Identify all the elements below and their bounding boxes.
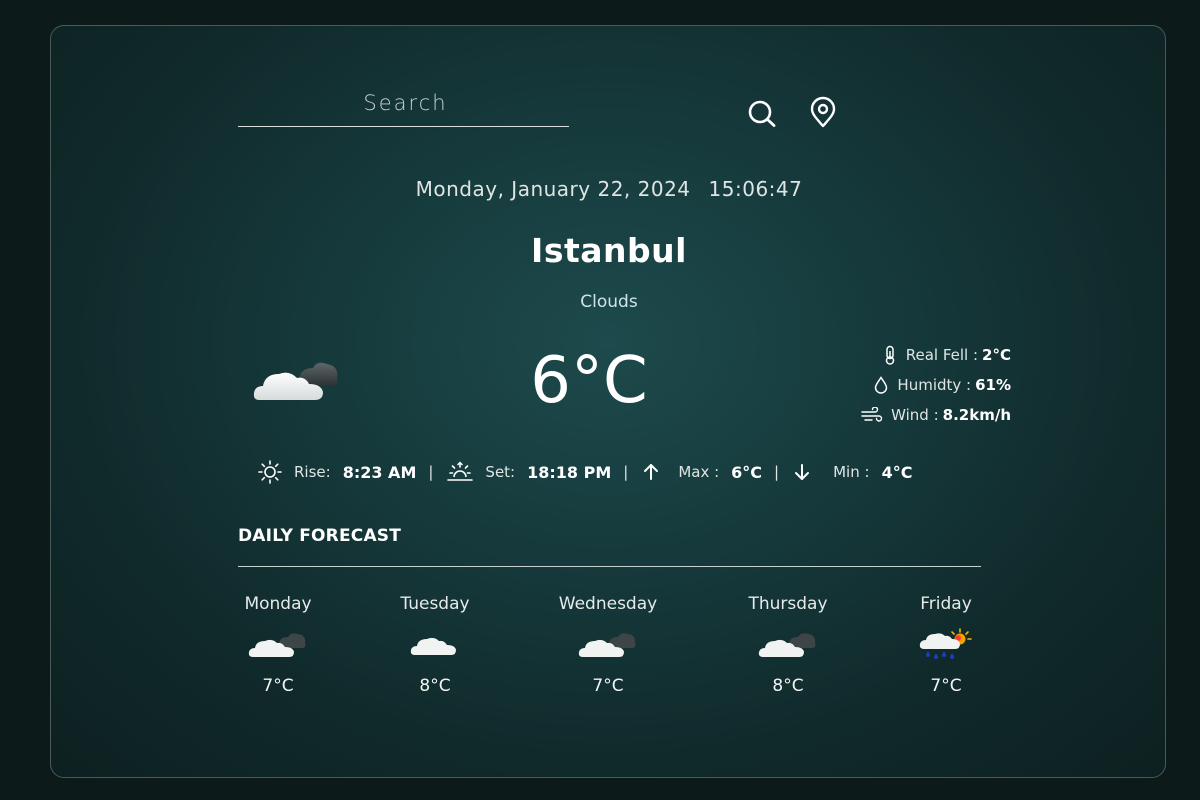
wind-row: Wind : 8.2km/h: [811, 400, 1011, 430]
forecast-day: Tuesday 8°C: [365, 594, 505, 696]
humidity-row: Humidty : 61%: [811, 370, 1011, 400]
search-icon[interactable]: [745, 96, 779, 130]
real-feel-label: Real Fell :: [905, 346, 979, 364]
wind-label: Wind :: [891, 406, 939, 424]
max-temp-label: Max :: [678, 463, 720, 481]
forecast-day-temp: 8°C: [419, 676, 451, 696]
sunrise-icon: [258, 460, 282, 484]
forecast-day-name: Monday: [244, 594, 312, 614]
max-temp-value: 6°C: [731, 462, 763, 482]
forecast-day: Thursday 8°C: [718, 594, 858, 696]
forecast-day: Wednesday 7°C: [538, 594, 678, 696]
separator: |: [428, 463, 434, 481]
date-time: Monday, January 22, 2024 15:06:47: [51, 177, 1165, 201]
rain-sun-icon: [876, 624, 1016, 664]
min-temp-label: Min :: [833, 463, 870, 481]
wind-value: 8.2km/h: [942, 406, 1011, 424]
forecast-day-name: Tuesday: [400, 594, 470, 614]
thermometer-icon: [885, 345, 894, 365]
humidity-label: Humidty :: [897, 376, 972, 394]
forecast-title: DAILY FORECAST: [238, 526, 402, 546]
cloud-icon: [251, 356, 343, 408]
separator: |: [623, 463, 629, 481]
broken-clouds-icon: [718, 624, 858, 664]
forecast-day: Monday 7°C: [208, 594, 348, 696]
real-feel-value: 2°C: [982, 346, 1011, 364]
sun-minmax-bar: Rise: 8:23 AM | Set: 18:18 PM | Max : 6°…: [256, 456, 912, 488]
arrow-up-icon: [644, 464, 659, 480]
min-temp-value: 4°C: [881, 462, 913, 482]
forecast-day-temp: 8°C: [772, 676, 804, 696]
weather-details: Real Fell : 2°C Humidty : 61% Wind : 8.2…: [811, 340, 1011, 430]
weather-card: Monday, January 22, 2024 15:06:47 Istanbu…: [50, 25, 1166, 778]
broken-clouds-icon: [538, 624, 678, 664]
humidity-value: 61%: [975, 376, 1011, 394]
forecast-day-temp: 7°C: [930, 676, 962, 696]
city-name: Istanbul: [531, 231, 687, 270]
broken-clouds-icon: [208, 624, 348, 664]
sunrise-label: Rise:: [294, 463, 331, 481]
wind-icon: [861, 407, 883, 422]
weather-condition: Clouds: [580, 292, 638, 312]
separator: |: [774, 463, 780, 481]
forecast-day-name: Wednesday: [558, 594, 658, 614]
forecast-day-temp: 7°C: [592, 676, 624, 696]
forecast-day: Friday 7°C: [876, 594, 1016, 696]
sunset-value: 18:18 PM: [527, 462, 612, 482]
current-time: 15:06:47: [708, 177, 803, 201]
droplet-icon: [875, 376, 888, 394]
search-box: [238, 84, 573, 127]
current-temperature: 6°C: [530, 344, 648, 418]
forecast-day-temp: 7°C: [262, 676, 294, 696]
forecast-day-name: Thursday: [748, 594, 828, 614]
real-feel-row: Real Fell : 2°C: [811, 340, 1011, 370]
search-input[interactable]: [238, 84, 573, 122]
arrow-down-icon: [795, 464, 810, 480]
forecast-day-name: Friday: [920, 594, 972, 614]
sunset-icon: [447, 461, 474, 481]
divider: [238, 566, 981, 567]
sunset-label: Set:: [485, 463, 516, 481]
sunrise-value: 8:23 AM: [342, 462, 417, 482]
cloud-icon: [365, 624, 505, 664]
current-date: Monday, January 22, 2024: [415, 177, 691, 201]
location-pin-icon[interactable]: [806, 96, 840, 130]
